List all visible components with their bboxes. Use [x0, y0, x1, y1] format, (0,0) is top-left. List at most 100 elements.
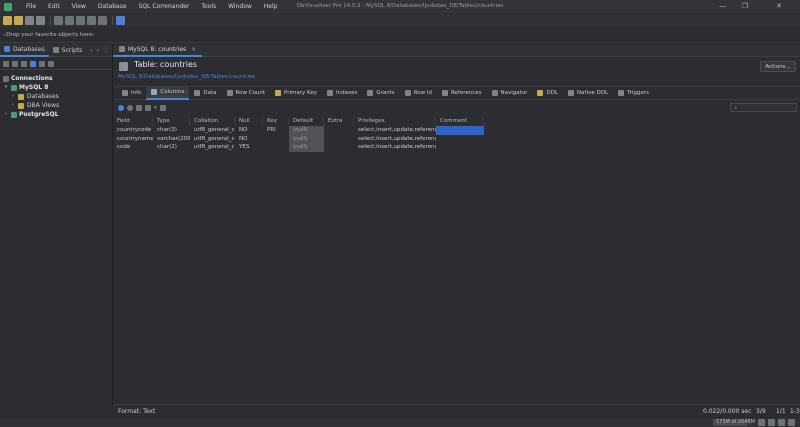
view-options-icon[interactable]	[145, 105, 151, 111]
grid-cell[interactable]	[263, 143, 289, 152]
chevron-right-icon[interactable]: ›	[97, 47, 99, 54]
memory-usage: 173M of 2048M	[716, 419, 755, 425]
tree-item-databases[interactable]: › Databases	[0, 92, 112, 101]
chevron-down-icon[interactable]: ▾	[154, 105, 157, 111]
stop-icon[interactable]	[127, 105, 133, 111]
chevron-right-icon[interactable]: ›	[3, 110, 9, 119]
menu-help[interactable]: Help	[258, 0, 284, 13]
menu-view[interactable]: View	[66, 0, 92, 13]
column-header-null[interactable]: Null	[235, 117, 263, 126]
close-tab-icon[interactable]: ×	[191, 46, 196, 53]
menu-dots-icon[interactable]: ⋮	[103, 47, 109, 54]
grid-cell[interactable]: utf8_general_ci	[190, 143, 235, 152]
menu-file[interactable]: File	[20, 0, 42, 13]
settings-icon[interactable]	[778, 419, 785, 426]
tree-item-label: Databases	[27, 93, 59, 100]
tree-item-dba-views[interactable]: › DBA Views	[0, 101, 112, 110]
gc-icon[interactable]	[758, 419, 765, 426]
lock-icon[interactable]	[788, 419, 795, 426]
filter-input[interactable]: ⌕	[730, 103, 797, 112]
menu-database[interactable]: Database	[92, 0, 133, 13]
filter-icon[interactable]	[30, 60, 36, 67]
menu-edit[interactable]: Edit	[42, 0, 66, 13]
grid-cell[interactable]: code	[113, 143, 153, 152]
grid-cell[interactable]	[436, 143, 484, 152]
row-id-icon	[404, 90, 411, 96]
tree-item-postgresql[interactable]: › PostgreSQL	[0, 110, 112, 119]
menu-bar: File Edit View Database SQL Commander To…	[20, 0, 283, 13]
grid-cell[interactable]	[324, 143, 354, 152]
open-file-icon[interactable]	[3, 15, 12, 25]
collapse-icon[interactable]	[39, 60, 45, 67]
tab-scripts[interactable]: Scripts	[49, 44, 87, 57]
grid-cell[interactable]: YES	[235, 143, 263, 152]
minimize-button[interactable]: —	[712, 0, 734, 13]
grid-cell[interactable]: select,insert,update,references	[354, 143, 436, 152]
favorites-bar[interactable]: ‹Drop your favorite objects here›	[0, 27, 800, 43]
tab-columns[interactable]: Columns	[146, 86, 190, 100]
notifications-icon[interactable]	[768, 419, 775, 426]
table-row[interactable]: code char(2) utf8_general_ci YES (null) selec…	[113, 143, 800, 152]
table-tool-icon[interactable]	[116, 15, 125, 25]
status-format[interactable]: Format: Text	[118, 408, 155, 415]
tab-indexes[interactable]: Indexes	[322, 87, 362, 100]
column-header-comment[interactable]: Comment	[436, 117, 484, 126]
tab-row-count[interactable]: Row Count	[222, 87, 271, 100]
tree-item-mysql8[interactable]: ▾ MySQL 8	[0, 83, 112, 92]
column-header-extra[interactable]: Extra	[324, 117, 354, 126]
connect-icon[interactable]	[54, 15, 63, 25]
tab-label: Row Id	[413, 90, 432, 96]
column-header-field[interactable]: Field	[113, 117, 153, 126]
close-window-button[interactable]: ✕	[768, 0, 790, 13]
mysql-icon	[11, 84, 17, 91]
column-header-type[interactable]: Type	[153, 117, 190, 126]
column-header-key[interactable]: Key	[263, 117, 289, 126]
new-sql-icon[interactable]	[98, 15, 107, 25]
main-toolbar	[0, 13, 800, 27]
tab-row-id[interactable]: Row Id	[400, 87, 437, 100]
tab-info[interactable]: Info	[117, 87, 146, 100]
chevron-right-icon[interactable]: ›	[10, 101, 16, 110]
chevron-down-icon[interactable]: ▾	[3, 83, 9, 92]
tab-navigator[interactable]: Navigator	[487, 87, 533, 100]
open-folder-icon[interactable]	[14, 15, 23, 25]
save-icon[interactable]	[25, 15, 34, 25]
status-rows: 1/1	[776, 408, 786, 415]
tree-root-connections[interactable]: Connections	[0, 74, 112, 83]
actions-button[interactable]: Actions...	[760, 61, 796, 72]
database-icon	[4, 46, 10, 52]
menu-window[interactable]: Window	[222, 0, 258, 13]
column-header-default[interactable]: Default	[289, 117, 324, 126]
tab-mysql8-countries[interactable]: MySQL 8: countries ×	[113, 44, 203, 57]
refresh-icon[interactable]	[3, 60, 9, 67]
reconnect-icon[interactable]	[76, 15, 85, 25]
tab-triggers[interactable]: Triggers	[613, 87, 654, 100]
tab-primary-key[interactable]: Primary Key	[270, 87, 322, 100]
grid-cell[interactable]: char(2)	[153, 143, 190, 152]
connect-all-icon[interactable]	[12, 60, 18, 67]
tab-data[interactable]: Data	[189, 87, 221, 100]
grid-cell[interactable]: (null)	[289, 143, 324, 152]
search-icon: ⌕	[734, 105, 737, 111]
refresh-icon[interactable]	[118, 105, 124, 111]
column-header-privileges[interactable]: Privileges	[354, 117, 436, 126]
disconnect-icon[interactable]	[65, 15, 74, 25]
tab-references[interactable]: References	[437, 87, 487, 100]
tab-grants[interactable]: Grants	[362, 87, 399, 100]
sql-commander-icon[interactable]	[87, 15, 96, 25]
tab-native-ddl[interactable]: Native DDL	[563, 87, 613, 100]
chevron-left-icon[interactable]: ‹	[90, 47, 92, 54]
save-all-icon[interactable]	[36, 15, 45, 25]
breadcrumb[interactable]: MySQL 8/Databases/ljudodav_DE/Tables/cou…	[118, 74, 255, 80]
chevron-right-icon[interactable]: ›	[10, 92, 16, 101]
menu-sql-commander[interactable]: SQL Commander	[133, 0, 196, 13]
column-header-collation[interactable]: Collation	[190, 117, 235, 126]
copy-icon[interactable]	[159, 105, 166, 111]
menu-tools[interactable]: Tools	[195, 0, 222, 13]
settings-icon[interactable]	[48, 60, 54, 67]
export-icon[interactable]	[136, 105, 142, 111]
add-connection-icon[interactable]	[21, 60, 27, 67]
tab-ddl[interactable]: DDL	[532, 87, 563, 100]
maximize-button[interactable]: ❐	[734, 0, 756, 13]
tab-databases[interactable]: Databases	[0, 44, 49, 57]
